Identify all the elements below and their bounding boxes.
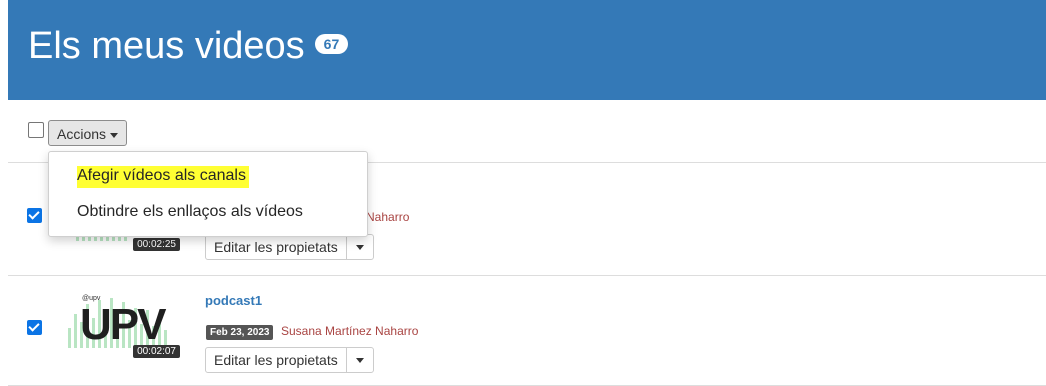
video-thumbnail[interactable]: @upv UPV 00:02:07 — [58, 290, 186, 362]
edit-options-toggle[interactable] — [347, 235, 373, 259]
actions-dropdown-button[interactable]: Accions — [48, 120, 128, 146]
menu-item-get-links[interactable]: Obtindre els enllaços als vídeos — [77, 203, 303, 221]
edit-properties-group: Editar les propietats — [205, 347, 374, 373]
video-title-link[interactable]: podcast1 — [205, 293, 262, 308]
actions-dropdown-menu: Afegir vídeos als canals Obtindre els en… — [48, 151, 368, 237]
upv-logo: UPV — [80, 300, 166, 349]
edit-properties-group: Editar les propietats — [205, 234, 374, 260]
caret-down-icon — [355, 244, 364, 250]
video-checkbox[interactable] — [27, 320, 42, 335]
video-duration: 00:02:07 — [133, 345, 180, 358]
actions-label: Accions — [57, 126, 107, 142]
video-duration: 00:02:25 — [133, 238, 180, 251]
page-title: Els meus videos 67 — [28, 25, 349, 67]
edit-properties-button[interactable]: Editar les propietats — [206, 235, 347, 259]
caret-down-icon — [110, 132, 119, 138]
page-title-text: Els meus videos — [28, 25, 305, 67]
menu-item-add-to-channels[interactable]: Afegir vídeos als canals — [77, 166, 249, 188]
edit-options-toggle[interactable] — [347, 348, 373, 372]
page-header: Els meus videos 67 — [8, 0, 1046, 100]
video-count-badge: 67 — [314, 33, 349, 54]
caret-down-icon — [355, 357, 364, 363]
edit-properties-button[interactable]: Editar les propietats — [206, 348, 347, 372]
video-date-badge: Feb 23, 2023 — [206, 325, 274, 340]
video-owner[interactable]: Susana Martínez Naharro — [281, 324, 418, 338]
select-all-checkbox[interactable] — [28, 122, 44, 138]
video-checkbox[interactable] — [27, 208, 42, 223]
video-row: @upv UPV 00:02:07 podcast1 Feb 23, 2023 … — [8, 276, 1046, 386]
